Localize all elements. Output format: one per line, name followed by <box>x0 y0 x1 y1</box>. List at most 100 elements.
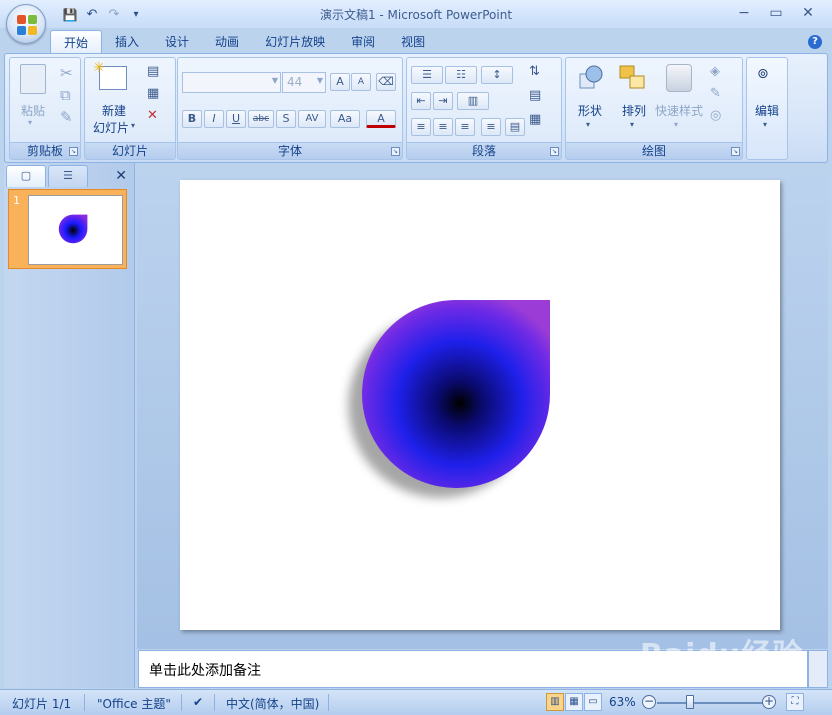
paste-icon[interactable] <box>20 64 46 94</box>
delete-slide-icon[interactable]: ✕ <box>147 108 158 123</box>
reset-icon[interactable]: ▦ <box>147 86 159 101</box>
cut-icon[interactable]: ✂ <box>60 64 73 82</box>
editing-button[interactable]: 编辑 <box>751 102 783 119</box>
theme-name: "Office 主题" <box>97 697 171 711</box>
tab-view[interactable]: 视图 <box>388 30 438 54</box>
zoom-slider-handle[interactable] <box>686 695 694 709</box>
zoom-level[interactable]: 63% <box>609 695 636 709</box>
chevron-down-icon: ▾ <box>586 120 591 129</box>
line-spacing-button[interactable]: ↕ <box>481 66 513 84</box>
bullets-button[interactable]: ☰ <box>411 66 443 84</box>
change-case-button[interactable]: Aa <box>330 110 360 128</box>
dialog-launcher-icon[interactable]: ↘ <box>550 147 559 156</box>
italic-button[interactable]: I <box>204 110 224 128</box>
minimize-button[interactable]: − <box>728 3 760 23</box>
group-label-paragraph: 段落 <box>407 142 561 159</box>
dialog-launcher-icon[interactable]: ↘ <box>391 147 400 156</box>
dialog-launcher-icon[interactable]: ↘ <box>69 147 78 156</box>
language-indicator[interactable]: 中文(简体，中国) <box>226 695 319 712</box>
text-direction-icon[interactable]: ⇅ <box>529 64 540 79</box>
tab-insert[interactable]: 插入 <box>102 30 152 54</box>
decrease-indent-button[interactable]: ⇤ <box>411 92 431 110</box>
shape-fill-icon[interactable]: ◈ <box>710 64 720 79</box>
group-editing[interactable]: ⊚ 编辑 ▾ <box>746 57 788 160</box>
restore-button[interactable]: ▭ <box>760 3 792 23</box>
shape-outline-icon[interactable]: ✎ <box>710 86 721 101</box>
font-size-combo[interactable]: 44 ▼ <box>282 72 326 93</box>
normal-view-button[interactable]: ▥ <box>546 693 564 711</box>
outline-tab[interactable]: ☰ <box>48 165 88 187</box>
spell-check-icon[interactable]: ✔ <box>193 695 203 709</box>
shadow-button[interactable]: S <box>276 110 296 128</box>
group-clipboard: 粘贴 ▾ ✂ ⧉ ✎ 剪贴板 ↘ <box>9 57 81 160</box>
close-pane-icon[interactable]: ✕ <box>115 168 127 184</box>
group-drawing: 形状 ▾ 排列 ▾ 快速样式 ▾ ◈ ✎ ◎ 绘图 ↘ <box>565 57 743 160</box>
format-painter-icon[interactable]: ✎ <box>60 108 73 126</box>
quick-styles-button[interactable]: 快速样式 <box>654 102 704 119</box>
slide-sorter-view-button[interactable]: ▦ <box>565 693 583 711</box>
font-color-button[interactable]: A <box>366 110 396 128</box>
align-text-icon[interactable]: ▤ <box>529 88 541 103</box>
copy-icon[interactable]: ⧉ <box>60 86 71 104</box>
zoom-slider-track[interactable] <box>657 702 763 704</box>
ribbon: 粘贴 ▾ ✂ ⧉ ✎ 剪贴板 ↘ ✳ 新建 幻灯片 ▾ ▤ ▦ ✕ 幻灯片 ▼ … <box>4 53 828 163</box>
slide-thumbnail-selected[interactable]: 1 <box>8 189 127 269</box>
slide-editing-area <box>137 163 828 649</box>
underline-button[interactable]: U <box>226 110 246 128</box>
chevron-down-icon: ▾ <box>674 120 679 129</box>
align-center-button[interactable]: ≡ <box>433 118 453 136</box>
tab-animations[interactable]: 动画 <box>202 30 252 54</box>
close-button[interactable]: ✕ <box>792 3 824 23</box>
shapes-icon[interactable] <box>578 64 603 90</box>
columns-button[interactable]: ▥ <box>457 92 489 110</box>
tab-home[interactable]: 开始 <box>50 30 103 54</box>
justify-button[interactable]: ≡ <box>481 118 501 136</box>
grow-font-button[interactable]: A <box>330 73 350 91</box>
slides-tab[interactable]: ▢ <box>6 165 46 187</box>
zoom-in-button[interactable]: + <box>762 695 776 709</box>
tab-slideshow[interactable]: 幻灯片放映 <box>252 30 338 54</box>
tab-design[interactable]: 设计 <box>152 30 202 54</box>
teardrop-shape[interactable] <box>180 180 780 630</box>
arrange-icon[interactable] <box>618 64 648 90</box>
align-right-button[interactable]: ≡ <box>455 118 475 136</box>
font-name-combo[interactable]: ▼ <box>182 72 281 93</box>
paste-button[interactable]: 粘贴 <box>18 102 48 119</box>
new-slide-label-line1[interactable]: 新建 <box>99 102 129 119</box>
align-left-button[interactable]: ≡ <box>411 118 431 136</box>
increase-indent-button[interactable]: ⇥ <box>433 92 453 110</box>
help-icon[interactable]: ? <box>808 35 822 49</box>
fit-to-window-button[interactable]: ⛶ <box>786 693 804 711</box>
dialog-launcher-icon[interactable]: ↘ <box>731 147 740 156</box>
binoculars-icon: ⊚ <box>757 66 769 82</box>
chevron-down-icon: ▾ <box>630 120 635 129</box>
watermark-logo: Baidu经验 <box>640 638 804 673</box>
bold-button[interactable]: B <box>182 110 202 128</box>
clear-format-button[interactable]: ⌫ <box>376 73 396 91</box>
new-slide-label-line2[interactable]: 幻灯片 <box>91 119 131 136</box>
zoom-out-button[interactable]: − <box>642 695 656 709</box>
slide-thumbnail[interactable] <box>28 195 123 265</box>
office-button[interactable] <box>6 4 46 44</box>
chevron-down-icon: ▾ <box>763 120 768 129</box>
tab-review[interactable]: 审阅 <box>338 30 388 54</box>
quick-styles-icon[interactable] <box>666 64 692 92</box>
char-spacing-button[interactable]: AV <box>298 110 326 128</box>
distributed-button[interactable]: ▤ <box>505 118 525 136</box>
notes-placeholder[interactable]: 单击此处添加备注 <box>149 660 261 680</box>
chevron-down-icon: ▾ <box>28 118 33 127</box>
chevron-down-icon: ▼ <box>316 76 323 85</box>
group-label-font: 字体 <box>178 142 402 159</box>
shrink-font-button[interactable]: A <box>351 73 371 91</box>
layout-icon[interactable]: ▤ <box>147 64 159 79</box>
slideshow-view-button[interactable]: ▭ <box>584 693 602 711</box>
shapes-button[interactable]: 形状 <box>572 102 608 119</box>
smartart-icon[interactable]: ▦ <box>529 112 541 127</box>
numbering-button[interactable]: ☷ <box>445 66 477 84</box>
strikethrough-button[interactable]: abc <box>248 110 274 128</box>
window-title: 演示文稿1 - Microsoft PowerPoint <box>319 8 513 22</box>
notes-scrollbar[interactable] <box>808 650 828 688</box>
slide-canvas[interactable] <box>180 180 780 630</box>
arrange-button[interactable]: 排列 <box>616 102 652 119</box>
shape-effects-icon[interactable]: ◎ <box>710 108 721 123</box>
